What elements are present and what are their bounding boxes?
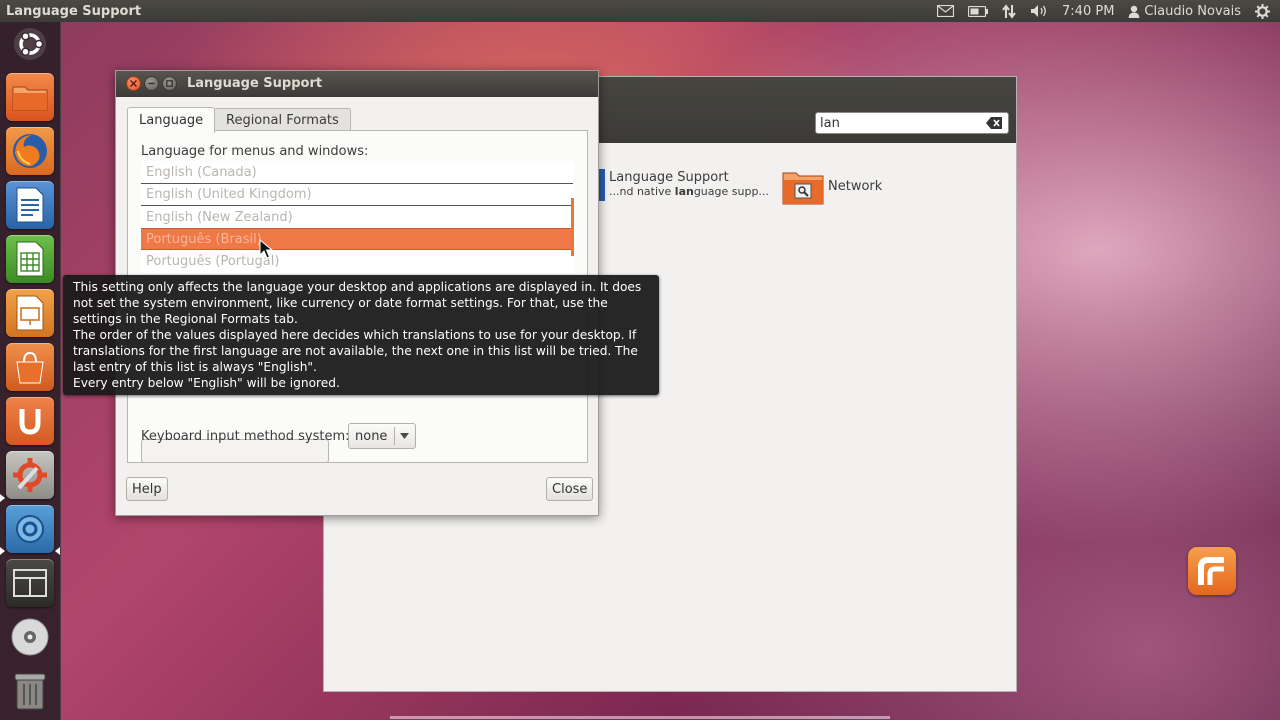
result-title: Language Support xyxy=(609,170,729,185)
user-name: Claudio Novais xyxy=(1144,3,1241,19)
tooltip-line: translations for the first language are … xyxy=(73,344,638,358)
language-list-label: Language for menus and windows: xyxy=(141,144,369,159)
user-menu[interactable]: Claudio Novais xyxy=(1128,4,1241,19)
launcher-workspaces[interactable] xyxy=(6,559,54,607)
close-icon xyxy=(130,80,137,87)
optical-disc-icon xyxy=(11,618,49,656)
list-item[interactable]: Português (Portugal) xyxy=(141,250,573,272)
window-minimize-button[interactable] xyxy=(144,76,159,91)
tooltip-line: This setting only affects the language y… xyxy=(73,280,642,294)
tooltip-line: not set the system environment, like cur… xyxy=(73,296,608,310)
result-network[interactable]: Network xyxy=(781,167,882,205)
session-gear-icon[interactable] xyxy=(1255,3,1270,19)
top-panel: Language Support 7:40 PM Claudio Novais xyxy=(0,0,1280,22)
trash-icon xyxy=(14,673,46,710)
screen-bottom-strip xyxy=(390,716,890,719)
user-icon xyxy=(1128,5,1140,18)
tab-regional-formats[interactable]: Regional Formats xyxy=(214,108,351,131)
ubuntu-one-icon xyxy=(19,409,41,435)
combobox-separator xyxy=(394,427,395,445)
keyboard-input-label: Keyboard input method system: xyxy=(141,429,350,444)
tooltip-line: Every entry below "English" will be igno… xyxy=(73,376,340,390)
network-arrows-icon[interactable] xyxy=(1002,3,1016,19)
language-support-icon xyxy=(599,169,605,201)
clear-search-icon[interactable] xyxy=(986,117,1002,129)
mouse-cursor-icon xyxy=(259,239,273,259)
maximize-icon xyxy=(166,80,173,87)
list-scrollbar[interactable] xyxy=(571,198,574,256)
search-value: lan xyxy=(820,115,840,131)
window-close-button[interactable] xyxy=(126,76,141,91)
launcher-software-center[interactable] xyxy=(6,343,54,391)
remote-desktop-icon xyxy=(16,515,44,543)
workspace-switcher-icon xyxy=(13,569,47,597)
launcher-writer[interactable] xyxy=(6,181,54,229)
launcher-firefox[interactable] xyxy=(6,127,54,175)
indicator-area: 7:40 PM Claudio Novais xyxy=(937,3,1280,19)
presentation-icon xyxy=(16,295,44,331)
list-item[interactable]: English (Canada) xyxy=(141,161,573,183)
firefox-icon xyxy=(13,134,47,168)
list-item[interactable]: English (New Zealand) xyxy=(141,206,573,228)
chevron-down-icon xyxy=(400,433,409,439)
launcher-files[interactable] xyxy=(6,73,54,121)
running-indicator xyxy=(0,494,5,502)
list-item[interactable]: English (United Kingdom) xyxy=(141,183,573,205)
list-item-selected[interactable]: Português (Brasil) xyxy=(141,228,573,250)
ubuntu-logo-icon xyxy=(14,28,46,60)
active-window-title: Language Support xyxy=(6,3,142,19)
launcher-system-settings[interactable] xyxy=(6,451,54,499)
minimize-icon xyxy=(148,82,155,85)
tooltip-line: settings in the Regional Formats tab. xyxy=(73,312,298,326)
mail-icon[interactable] xyxy=(937,5,955,17)
launcher-trash[interactable] xyxy=(6,667,54,715)
language-list[interactable]: English (Canada) English (United Kingdom… xyxy=(141,161,575,273)
launcher-calc[interactable] xyxy=(6,235,54,283)
launcher-disc[interactable] xyxy=(6,613,54,661)
launcher-remmina[interactable] xyxy=(6,505,54,553)
launcher-impress[interactable] xyxy=(6,289,54,337)
dialog-titlebar[interactable]: Language Support xyxy=(116,71,598,97)
result-title: Network xyxy=(828,178,883,194)
folder-icon xyxy=(12,86,48,111)
focused-indicator xyxy=(55,547,60,555)
shopping-bag-icon xyxy=(16,351,44,384)
spreadsheet-icon xyxy=(16,241,44,277)
network-folder-icon xyxy=(782,172,824,205)
document-icon xyxy=(16,187,44,223)
result-subtitle: ...nd native language supp... xyxy=(609,185,769,198)
combobox-value: none xyxy=(355,428,388,444)
running-indicator xyxy=(0,547,5,555)
desktop-app-icon[interactable] xyxy=(1188,547,1236,595)
volume-icon[interactable] xyxy=(1030,4,1048,18)
app-logo-icon xyxy=(1198,557,1224,585)
clock[interactable]: 7:40 PM xyxy=(1062,4,1114,19)
tab-language[interactable]: Language xyxy=(127,107,216,133)
result-language-support[interactable]: Language Support ...nd native language s… xyxy=(599,169,769,201)
settings-search-input[interactable]: lan xyxy=(815,112,1009,134)
dialog-title: Language Support xyxy=(187,76,323,91)
tooltip-line: The order of the values displayed here d… xyxy=(73,328,637,342)
dash-home-button[interactable] xyxy=(6,20,54,68)
settings-tools-icon xyxy=(13,458,47,492)
tooltip-line: last entry of this list is always "Engli… xyxy=(73,360,317,374)
keyboard-input-combobox[interactable]: none xyxy=(348,423,416,449)
window-maximize-button[interactable] xyxy=(162,76,177,91)
launcher xyxy=(0,22,61,720)
help-button[interactable]: Help xyxy=(126,477,168,501)
close-button[interactable]: Close xyxy=(546,477,594,501)
battery-icon[interactable] xyxy=(968,5,989,17)
language-list-tooltip: This setting only affects the language y… xyxy=(63,275,659,395)
launcher-ubuntu-one[interactable] xyxy=(6,397,54,445)
